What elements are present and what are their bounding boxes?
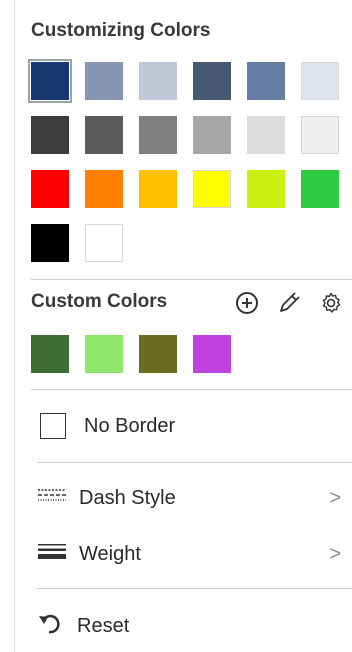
dash-style-icon <box>37 488 69 509</box>
color-swatch[interactable] <box>85 170 123 208</box>
color-swatch[interactable] <box>247 62 285 100</box>
color-swatch[interactable] <box>301 170 339 208</box>
color-swatch[interactable] <box>31 170 69 208</box>
customizing-colors-title: Customizing Colors <box>31 20 211 41</box>
color-swatch[interactable] <box>247 170 285 208</box>
color-swatch[interactable] <box>139 170 177 208</box>
color-swatch[interactable] <box>85 224 123 262</box>
color-swatch[interactable] <box>31 224 69 262</box>
dash-style-menu-item[interactable]: Dash Style > <box>37 478 352 518</box>
reset-menu-item[interactable]: Reset <box>37 606 352 646</box>
weight-label: Weight <box>79 542 141 565</box>
chevron-right-icon: > <box>329 486 341 509</box>
custom-color-swatch[interactable] <box>85 335 123 373</box>
reset-label: Reset <box>77 614 130 637</box>
chevron-right-icon: > <box>329 542 341 565</box>
color-swatch[interactable] <box>247 116 285 154</box>
custom-color-swatch[interactable] <box>193 335 231 373</box>
custom-color-swatch[interactable] <box>139 335 177 373</box>
dash-style-label: Dash Style <box>79 486 176 509</box>
menu-divider <box>37 588 352 589</box>
color-swatch[interactable] <box>28 59 72 103</box>
section-divider <box>31 279 352 280</box>
section-divider <box>31 389 352 390</box>
color-swatch[interactable] <box>193 170 231 208</box>
no-border-label: No Border <box>84 414 176 437</box>
color-swatch[interactable] <box>85 116 123 154</box>
eyedropper-icon[interactable] <box>275 289 303 317</box>
color-swatch[interactable] <box>301 62 339 100</box>
weight-menu-item[interactable]: Weight > <box>37 534 352 574</box>
weight-icon <box>37 543 69 566</box>
custom-colors-title: Custom Colors <box>31 291 168 312</box>
color-swatch[interactable] <box>85 62 123 100</box>
color-swatch[interactable] <box>31 116 69 154</box>
add-circle-icon[interactable] <box>233 289 261 317</box>
color-swatch[interactable] <box>301 116 339 154</box>
color-swatch[interactable] <box>193 116 231 154</box>
gear-icon[interactable] <box>317 289 345 317</box>
color-swatch[interactable] <box>193 62 231 100</box>
color-swatch[interactable] <box>139 62 177 100</box>
color-swatch[interactable] <box>139 116 177 154</box>
custom-color-swatch[interactable] <box>31 335 69 373</box>
checkbox-icon <box>40 413 66 439</box>
color-picker-panel: Customizing Colors Custom Colors No Bord… <box>14 0 352 652</box>
menu-divider <box>37 462 352 463</box>
no-border-option[interactable]: No Border <box>37 406 352 446</box>
undo-icon <box>37 612 69 641</box>
